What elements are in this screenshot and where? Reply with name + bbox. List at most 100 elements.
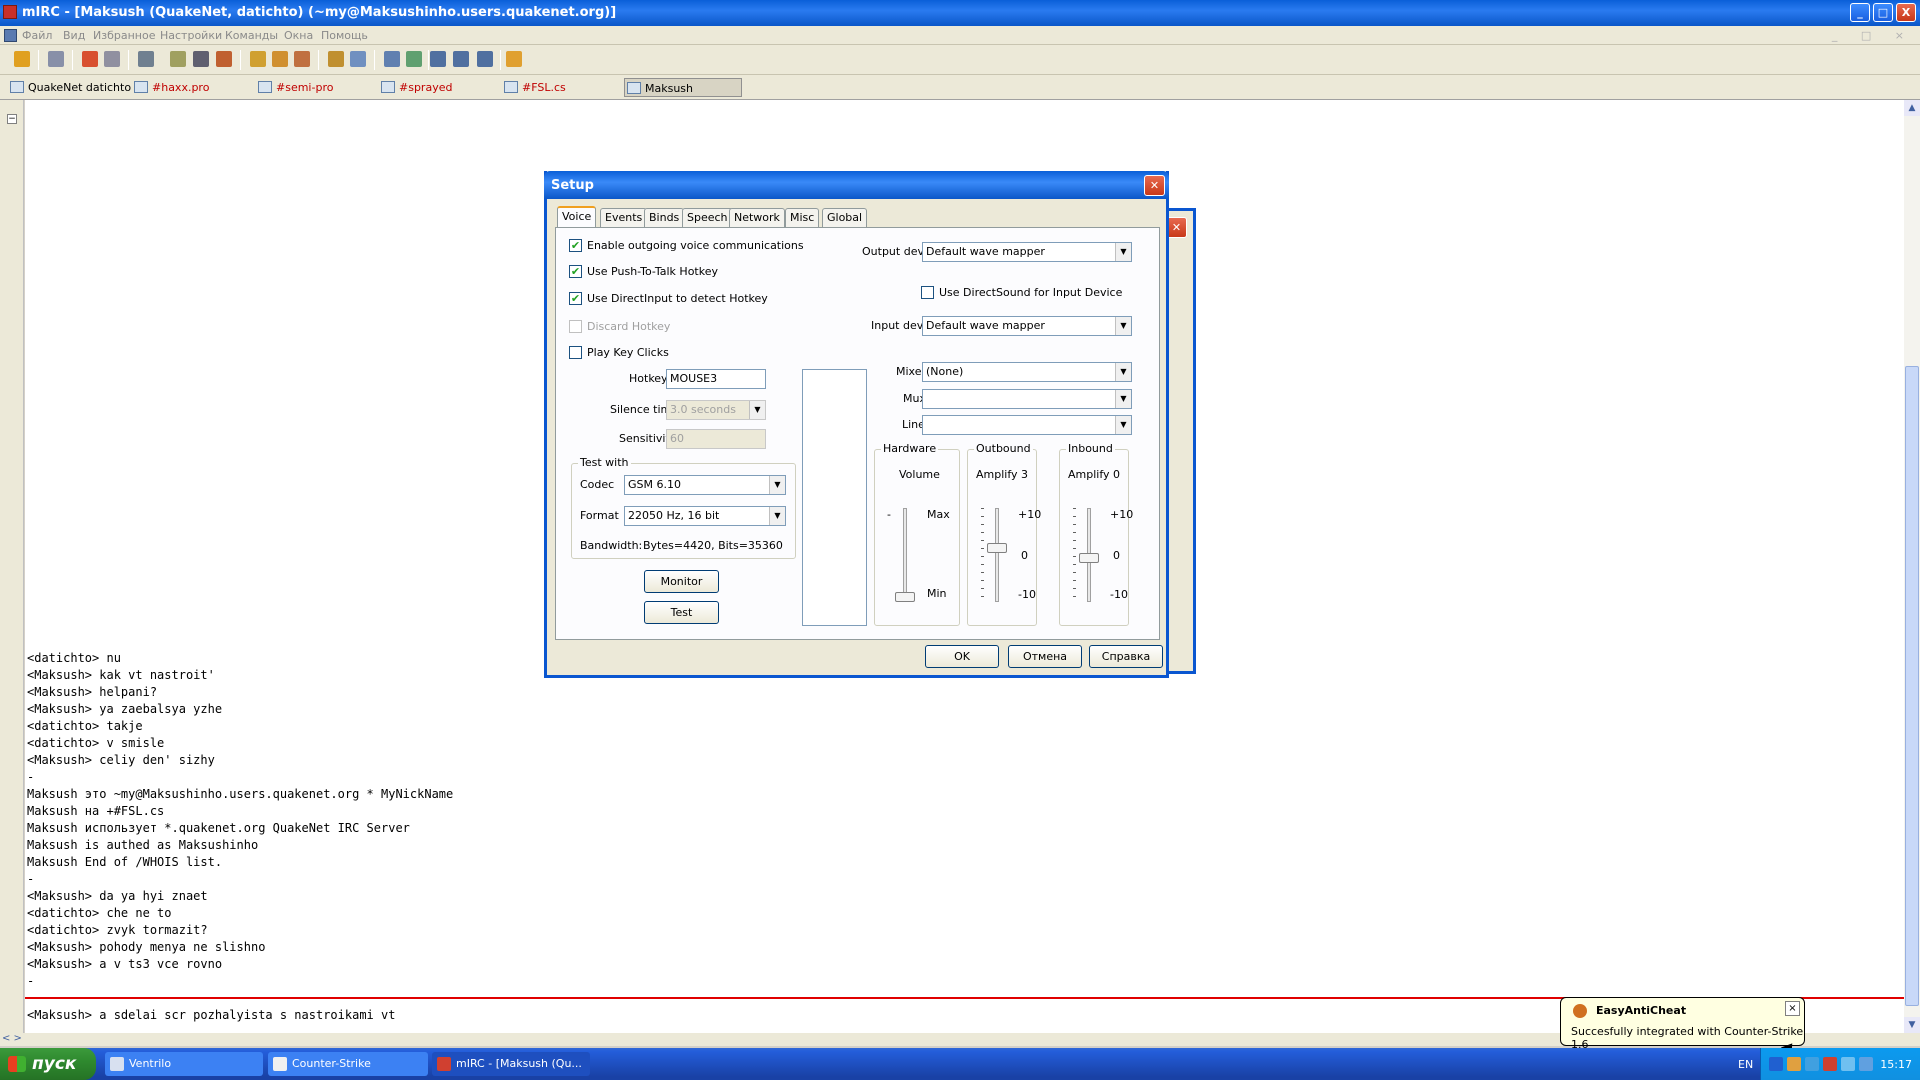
switch-channel-sprayed[interactable]: #sprayed <box>379 78 452 97</box>
output-device-select[interactable]: Default wave mapper ▼ <box>922 242 1132 262</box>
line-select[interactable]: ▼ <box>922 415 1132 435</box>
volume-slider-thumb[interactable] <box>895 592 915 602</box>
minimize-button[interactable]: _ <box>1850 3 1870 22</box>
start-button[interactable]: пуск <box>0 1048 96 1080</box>
dcc-send-icon[interactable] <box>250 51 266 67</box>
tray-network-icon[interactable] <box>1805 1057 1819 1071</box>
input-device-select[interactable]: Default wave mapper ▼ <box>922 316 1132 336</box>
menu-commands[interactable]: Команды <box>225 29 278 42</box>
background-dialog-close-button[interactable]: ✕ <box>1166 217 1187 238</box>
scroll-thumb[interactable] <box>1905 366 1919 1006</box>
silence-time-select[interactable]: 3.0 seconds ▼ <box>666 400 766 420</box>
tray-easyanticheat-icon[interactable] <box>1787 1057 1801 1071</box>
task-ventrilo[interactable]: Ventrilo <box>105 1052 263 1076</box>
menu-file[interactable]: Файл <box>22 29 52 42</box>
tile-horizontal-icon[interactable] <box>430 51 446 67</box>
dropdown-arrow-icon[interactable]: ▼ <box>1115 390 1131 408</box>
cascade-icon[interactable] <box>477 51 493 67</box>
dropdown-arrow-icon[interactable]: ▼ <box>1115 317 1131 335</box>
play-key-clicks-checkbox[interactable] <box>569 346 582 359</box>
inbound-slider-thumb[interactable] <box>1079 553 1099 563</box>
tray-mirc-icon[interactable] <box>1823 1057 1837 1071</box>
dropdown-arrow-icon[interactable]: ▼ <box>769 507 785 525</box>
close-button[interactable]: X <box>1896 3 1916 22</box>
menu-windows[interactable]: Окна <box>284 29 313 42</box>
switch-query-maksush[interactable]: Maksush <box>624 78 742 97</box>
dropdown-arrow-icon[interactable]: ▼ <box>1115 243 1131 261</box>
dropdown-arrow-icon[interactable]: ▼ <box>1115 363 1131 381</box>
mixer-select[interactable]: (None) ▼ <box>922 362 1132 382</box>
easyanticheat-notification[interactable]: EasyAntiCheat Succesfully integrated wit… <box>1560 997 1805 1061</box>
dcc-options-icon[interactable] <box>294 51 310 67</box>
log-icon[interactable] <box>384 51 400 67</box>
format-select[interactable]: 22050 Hz, 16 bit ▼ <box>624 506 786 526</box>
tray-volume-icon[interactable] <box>1859 1057 1873 1071</box>
task-mirc[interactable]: mIRC - [Maksush (Qu... <box>432 1052 590 1076</box>
address-book-icon[interactable] <box>170 51 186 67</box>
favorites-icon[interactable] <box>82 51 98 67</box>
switch-channel-semi-pro[interactable]: #semi-pro <box>256 78 333 97</box>
scroll-up-arrow-icon[interactable]: ▲ <box>1904 100 1920 116</box>
directinput-checkbox[interactable]: ✔ <box>569 292 582 305</box>
outbound-slider-thumb[interactable] <box>987 543 1007 553</box>
colors-icon[interactable] <box>216 51 232 67</box>
scroll-arrows-icon[interactable]: < > <box>2 1033 22 1044</box>
dropdown-arrow-icon[interactable]: ▼ <box>769 476 785 494</box>
dropdown-arrow-icon[interactable]: ▼ <box>1115 416 1131 434</box>
mux-select[interactable]: ▼ <box>922 389 1132 409</box>
test-button[interactable]: Test <box>644 601 719 624</box>
hotkey-field[interactable]: MOUSE3 <box>666 369 766 389</box>
mirc-app-icon[interactable] <box>3 5 17 19</box>
enable-outgoing-checkbox[interactable]: ✔ <box>569 239 582 252</box>
document-icon[interactable] <box>4 29 17 42</box>
switch-channel-fsl[interactable]: #FSL.cs <box>502 78 566 97</box>
tab-voice[interactable]: Voice <box>557 206 597 228</box>
setup-close-button[interactable]: ✕ <box>1144 175 1165 196</box>
tray-arrow-icon[interactable] <box>1769 1057 1783 1071</box>
help-button[interactable]: Справка <box>1089 645 1163 668</box>
timer-icon[interactable] <box>193 51 209 67</box>
push-to-talk-checkbox[interactable]: ✔ <box>569 265 582 278</box>
connect-icon[interactable] <box>14 51 30 67</box>
task-counter-strike[interactable]: Counter-Strike <box>268 1052 428 1076</box>
cancel-button[interactable]: Отмена <box>1008 645 1082 668</box>
menu-settings[interactable]: Настройки <box>160 29 222 42</box>
tray-app-icon[interactable] <box>1841 1057 1855 1071</box>
dcc-chat-icon[interactable] <box>272 51 288 67</box>
tile-vertical-icon[interactable] <box>453 51 469 67</box>
tab-global[interactable]: Global <box>822 208 868 227</box>
sensitivity-field[interactable]: 60 <box>666 429 766 449</box>
switch-status-quakenet[interactable]: QuakeNet datichto <box>8 78 131 97</box>
maximize-button[interactable]: □ <box>1873 3 1893 22</box>
about-icon[interactable] <box>506 51 522 67</box>
scroll-down-arrow-icon[interactable]: ▼ <box>1904 1017 1920 1033</box>
tab-network[interactable]: Network <box>729 208 785 227</box>
menu-view[interactable]: Вид <box>63 29 85 42</box>
url-list-icon[interactable] <box>350 51 366 67</box>
ok-button[interactable]: OK <box>925 645 999 668</box>
setup-title-bar[interactable]: Setup ✕ <box>544 171 1169 199</box>
clock[interactable]: 15:17 <box>1880 1058 1912 1071</box>
menu-help[interactable]: Помощь <box>321 29 368 42</box>
options-icon[interactable] <box>48 51 64 67</box>
received-files-icon[interactable] <box>406 51 422 67</box>
mdi-window-buttons[interactable]: _ □ × <box>1832 29 1914 42</box>
notification-close-button[interactable]: × <box>1785 1001 1800 1016</box>
tab-misc[interactable]: Misc <box>785 208 820 227</box>
tab-binds[interactable]: Binds <box>644 208 685 227</box>
discard-hotkey-checkbox[interactable] <box>569 320 582 333</box>
directsound-checkbox[interactable] <box>921 286 934 299</box>
collapse-icon[interactable]: − <box>7 114 17 124</box>
mirc-title-bar[interactable]: mIRC - [Maksush (QuakeNet, datichto) (~m… <box>0 0 1920 26</box>
volume-slider-track[interactable] <box>903 508 907 602</box>
monitor-button[interactable]: Monitor <box>644 570 719 593</box>
menu-favorites[interactable]: Избранное <box>93 29 155 42</box>
notify-icon[interactable] <box>328 51 344 67</box>
chat-scrollbar[interactable]: ▲ ▼ <box>1904 100 1920 1033</box>
tab-events[interactable]: Events <box>600 208 648 227</box>
scripts-icon[interactable] <box>138 51 154 67</box>
switch-channel-haxx[interactable]: #haxx.pro <box>132 78 209 97</box>
tab-speech[interactable]: Speech <box>682 208 733 227</box>
dropdown-arrow-icon[interactable]: ▼ <box>749 401 765 419</box>
channel-list-icon[interactable] <box>104 51 120 67</box>
